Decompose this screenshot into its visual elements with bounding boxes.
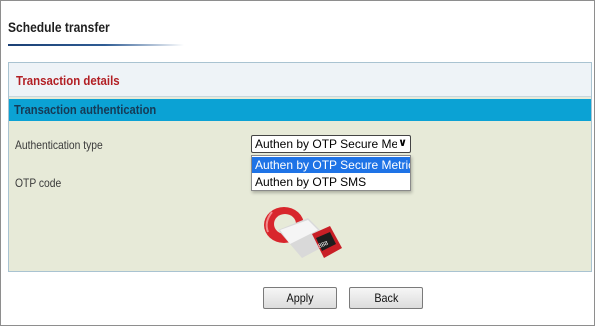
title-underline (8, 44, 184, 46)
option-otp-secure-metric[interactable]: Authen by OTP Secure Metric (252, 157, 410, 173)
transaction-details-label: Transaction details (16, 73, 120, 88)
transaction-details-header[interactable]: Transaction details (9, 63, 591, 97)
chevron-down-icon[interactable]: ∨ (398, 136, 407, 149)
authentication-type-value: Authen by OTP Secure Metric (255, 137, 397, 151)
transaction-authentication-header: Transaction authentication (9, 99, 591, 121)
otp-code-label: OTP code (15, 176, 62, 190)
apply-button[interactable]: Apply (263, 287, 337, 309)
transaction-authentication-label: Transaction authentication (14, 102, 157, 117)
authentication-type-select[interactable]: Authen by OTP Secure Metric ∨ (251, 135, 411, 153)
option-otp-sms[interactable]: Authen by OTP SMS (252, 174, 410, 190)
back-button[interactable]: Back (349, 287, 423, 309)
authentication-type-label: Authentication type (15, 138, 103, 152)
authentication-type-dropdown[interactable]: Authen by OTP Secure Metric Authen by OT… (251, 155, 411, 191)
page-title: Schedule transfer (8, 19, 110, 35)
otp-token-device-icon: 888 (264, 207, 342, 258)
